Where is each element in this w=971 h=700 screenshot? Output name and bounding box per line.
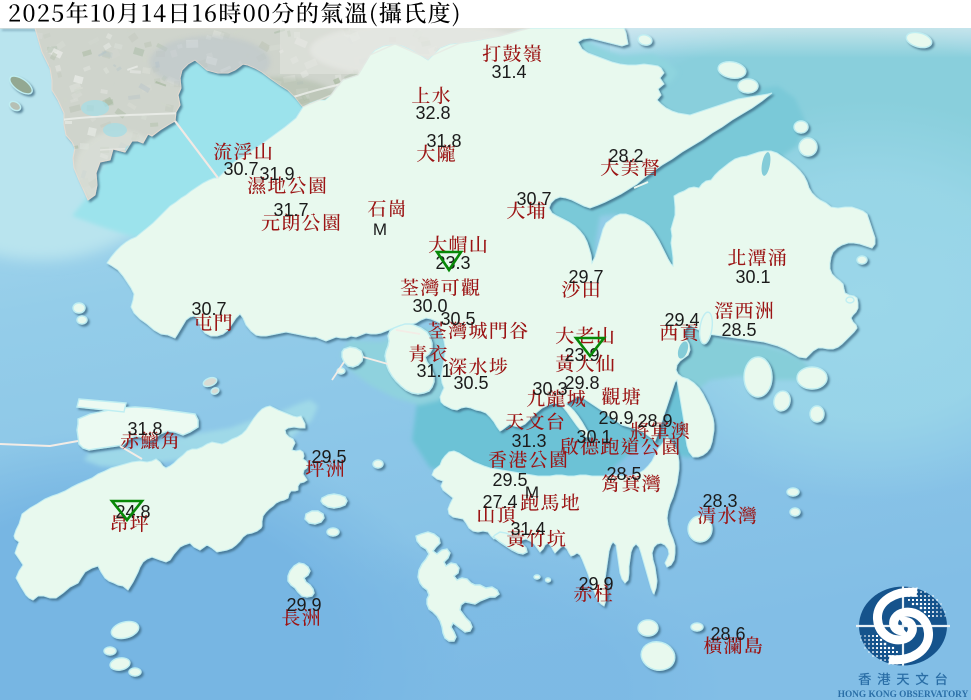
svg-text:29.4: 29.4 (664, 310, 699, 330)
svg-text:30.1: 30.1 (576, 427, 611, 447)
svg-text:28.5: 28.5 (721, 320, 756, 340)
svg-text:29.5: 29.5 (492, 470, 527, 490)
svg-text:30.7: 30.7 (191, 299, 226, 319)
svg-text:31.8: 31.8 (426, 131, 461, 151)
svg-text:28.9: 28.9 (637, 411, 672, 431)
svg-text:32.8: 32.8 (415, 103, 450, 123)
svg-text:30.5: 30.5 (440, 309, 475, 329)
svg-text:29.7: 29.7 (568, 267, 603, 287)
svg-text:29.9: 29.9 (598, 408, 633, 428)
svg-text:28.2: 28.2 (608, 146, 643, 166)
svg-text:30.7: 30.7 (516, 189, 551, 209)
svg-text:31.4: 31.4 (491, 62, 526, 82)
svg-text:28.6: 28.6 (710, 624, 745, 644)
svg-text:31.3: 31.3 (511, 431, 546, 451)
svg-text:28.3: 28.3 (702, 491, 737, 511)
svg-text:M: M (525, 483, 539, 502)
svg-text:30.5: 30.5 (453, 373, 488, 393)
svg-text:HONG KONG OBSERVATORY: HONG KONG OBSERVATORY (838, 690, 969, 700)
svg-text:27.4: 27.4 (482, 492, 517, 512)
svg-text:31.7: 31.7 (273, 200, 308, 220)
svg-text:29.5: 29.5 (311, 447, 346, 467)
svg-text:30.7: 30.7 (223, 159, 258, 179)
svg-text:31.1: 31.1 (416, 361, 451, 381)
svg-text:29.9: 29.9 (286, 595, 321, 615)
svg-text:31.4: 31.4 (510, 519, 545, 539)
svg-text:31.9: 31.9 (259, 164, 294, 184)
svg-text:23.9: 23.9 (564, 345, 599, 365)
svg-text:31.8: 31.8 (127, 419, 162, 439)
svg-text:M: M (373, 220, 387, 239)
svg-text:30.3: 30.3 (532, 379, 567, 399)
svg-text:28.5: 28.5 (606, 464, 641, 484)
svg-text:29.9: 29.9 (578, 574, 613, 594)
svg-text:29.8: 29.8 (564, 373, 599, 393)
svg-text:30.1: 30.1 (735, 267, 770, 287)
